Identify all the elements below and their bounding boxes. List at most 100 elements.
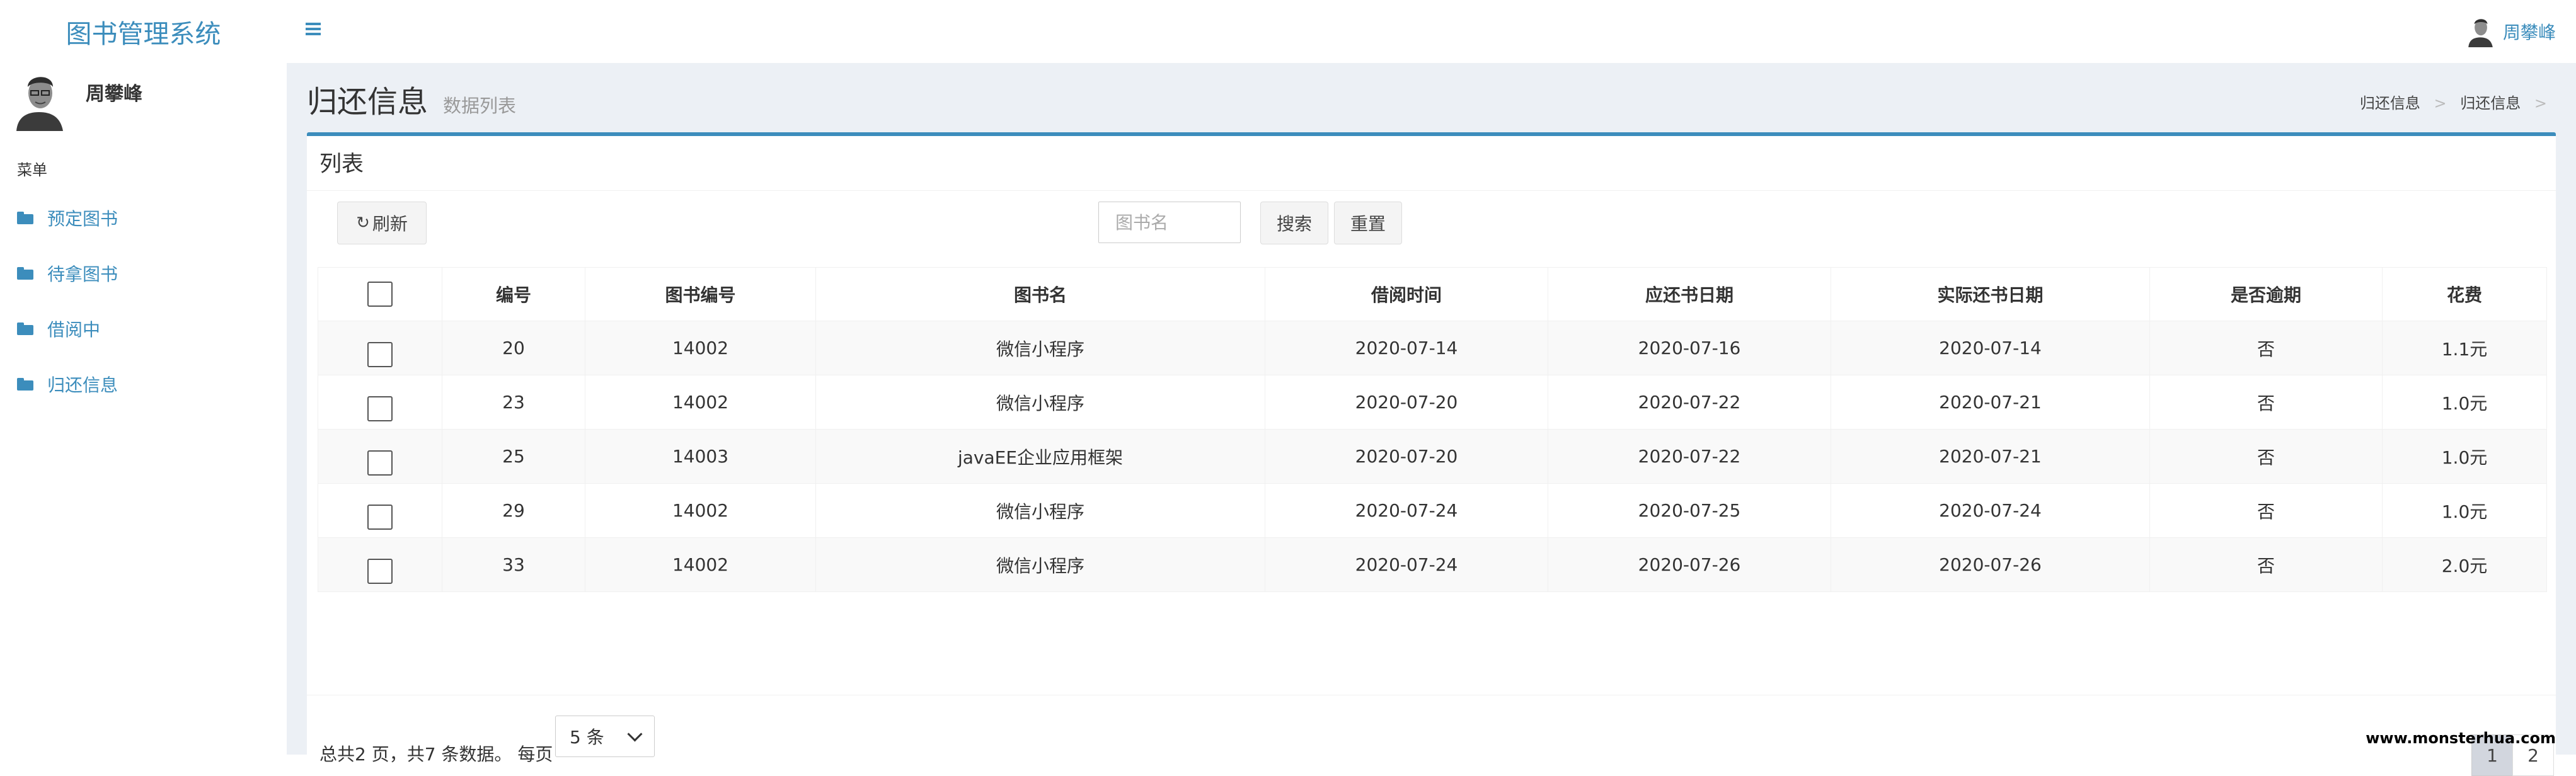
cell-cost: 1.0元 <box>2382 375 2547 430</box>
cell-return-date: 2020-07-21 <box>1831 375 2150 430</box>
refresh-button[interactable]: ↻ 刷新 <box>337 202 427 244</box>
box-header: 列表 <box>307 136 2556 191</box>
row-checkbox[interactable] <box>367 341 393 367</box>
cell-book-code: 14002 <box>585 483 816 538</box>
content-wrapper: 归还信息 数据列表 归还信息 > 归还信息 > 列表 ↻ 刷新 搜索 重置 <box>287 63 2576 776</box>
page-title: 归还信息 <box>307 84 428 120</box>
cell-book-name: 微信小程序 <box>815 483 1265 538</box>
cell-return-date: 2020-07-26 <box>1831 537 2150 592</box>
cell-overdue: 否 <box>2149 483 2383 538</box>
breadcrumb-item: 归还信息 <box>2460 94 2521 112</box>
select-cell <box>318 375 442 430</box>
page-size-select[interactable]: 5 条 <box>555 716 655 757</box>
table-row: 33 14002 微信小程序 2020-07-24 2020-07-26 202… <box>318 537 2547 592</box>
sidebar-item-pickup-books[interactable]: 待拿图书 <box>17 258 118 289</box>
sidebar-item-label: 归还信息 <box>47 375 118 396</box>
select-cell <box>318 537 442 592</box>
column-header[interactable]: 图书名 <box>815 267 1265 321</box>
cell-book-code: 14003 <box>585 429 816 484</box>
table-row: 23 14002 微信小程序 2020-07-20 2020-07-22 202… <box>318 375 2547 430</box>
table-row: 29 14002 微信小程序 2020-07-24 2020-07-25 202… <box>318 483 2547 538</box>
search-button[interactable]: 搜索 <box>1260 202 1328 244</box>
sidebar: 图书管理系统 周攀峰 菜单 预定图书 待拿图书 借阅中 归还信息 <box>0 0 287 755</box>
pagination-info: 总共2 页，共7 条数据。 每页 <box>319 744 553 765</box>
cell-due-date: 2020-07-16 <box>1548 321 1831 375</box>
sidebar-item-label: 预定图书 <box>47 208 118 229</box>
sidebar-user-name: 周攀峰 <box>86 83 142 105</box>
sidebar-item-borrowing[interactable]: 借阅中 <box>17 313 100 345</box>
refresh-label: 刷新 <box>372 214 408 234</box>
cell-borrow-date: 2020-07-20 <box>1265 375 1548 430</box>
page-size-value: 5 条 <box>570 727 604 748</box>
user-menu[interactable]: 周攀峰 <box>2466 15 2556 48</box>
top-navbar: 周攀峰 <box>287 0 2576 63</box>
folder-icon <box>17 212 33 224</box>
box-title: 列表 <box>319 152 364 177</box>
column-header[interactable]: 应还书日期 <box>1548 267 1831 321</box>
cell-book-code: 14002 <box>585 321 816 375</box>
cell-overdue: 否 <box>2149 321 2383 375</box>
chevron-down-icon <box>627 726 643 742</box>
page-subtitle: 数据列表 <box>443 95 517 117</box>
cell-return-date: 2020-07-24 <box>1831 483 2150 538</box>
watermark: www.monsterhua.com <box>2366 729 2556 747</box>
cell-due-date: 2020-07-26 <box>1548 537 1831 592</box>
column-header[interactable]: 编号 <box>442 267 585 321</box>
column-header[interactable]: 是否逾期 <box>2149 267 2383 321</box>
cell-due-date: 2020-07-25 <box>1548 483 1831 538</box>
cell-book-name: 微信小程序 <box>815 375 1265 430</box>
menu-header: 菜单 <box>17 161 47 179</box>
sidebar-item-label: 待拿图书 <box>47 264 118 285</box>
hamburger-icon[interactable] <box>306 23 321 35</box>
cell-id: 20 <box>442 321 585 375</box>
cell-due-date: 2020-07-22 <box>1548 375 1831 430</box>
row-checkbox[interactable] <box>367 504 393 530</box>
table-header-row: 编号 图书编号 图书名 借阅时间 应还书日期 实际还书日期 是否逾期 花费 <box>318 267 2547 321</box>
folder-icon <box>17 267 33 280</box>
column-header[interactable]: 花费 <box>2382 267 2547 321</box>
folder-icon <box>17 378 33 391</box>
cell-book-code: 14002 <box>585 537 816 592</box>
refresh-icon: ↻ <box>356 214 370 232</box>
cell-overdue: 否 <box>2149 375 2383 430</box>
column-header[interactable]: 借阅时间 <box>1265 267 1548 321</box>
brand[interactable]: 图书管理系统 <box>0 0 287 63</box>
breadcrumb-separator: > <box>2434 94 2447 112</box>
cell-id: 33 <box>442 537 585 592</box>
cell-book-code: 14002 <box>585 375 816 430</box>
cell-id: 29 <box>442 483 585 538</box>
cell-return-date: 2020-07-21 <box>1831 429 2150 484</box>
row-checkbox[interactable] <box>367 558 393 584</box>
cell-book-name: 微信小程序 <box>815 537 1265 592</box>
select-all-checkbox[interactable] <box>367 282 393 307</box>
sidebar-item-reserve-books[interactable]: 预定图书 <box>17 202 118 234</box>
cell-cost: 1.1元 <box>2382 321 2547 375</box>
column-header[interactable]: 图书编号 <box>585 267 816 321</box>
cell-book-name: 微信小程序 <box>815 321 1265 375</box>
page-header: 归还信息 数据列表 <box>307 77 516 121</box>
reset-button[interactable]: 重置 <box>1334 202 1402 244</box>
select-cell <box>318 483 442 538</box>
select-all-cell <box>318 267 442 321</box>
cell-borrow-date: 2020-07-24 <box>1265 483 1548 538</box>
row-checkbox[interactable] <box>367 396 393 421</box>
sidebar-item-label: 借阅中 <box>47 319 101 340</box>
breadcrumb: 归还信息 > 归还信息 > <box>2360 91 2556 113</box>
column-header[interactable]: 实际还书日期 <box>1831 267 2150 321</box>
cell-overdue: 否 <box>2149 537 2383 592</box>
sidebar-item-return-info[interactable]: 归还信息 <box>17 368 118 400</box>
brand-title[interactable]: 图书管理系统 <box>66 13 221 50</box>
row-checkbox[interactable] <box>367 450 393 476</box>
cell-book-name: javaEE企业应用框架 <box>815 429 1265 484</box>
user-avatar <box>14 71 64 131</box>
folder-icon <box>17 322 33 335</box>
topbar-user-name[interactable]: 周攀峰 <box>2503 19 2556 44</box>
table-row: 20 14002 微信小程序 2020-07-14 2020-07-16 202… <box>318 321 2547 375</box>
select-cell <box>318 321 442 375</box>
search-input[interactable] <box>1098 202 1241 243</box>
breadcrumb-item[interactable]: 归还信息 <box>2360 94 2420 112</box>
cell-borrow-date: 2020-07-20 <box>1265 429 1548 484</box>
cell-borrow-date: 2020-07-14 <box>1265 321 1548 375</box>
cell-id: 25 <box>442 429 585 484</box>
cell-cost: 2.0元 <box>2382 537 2547 592</box>
